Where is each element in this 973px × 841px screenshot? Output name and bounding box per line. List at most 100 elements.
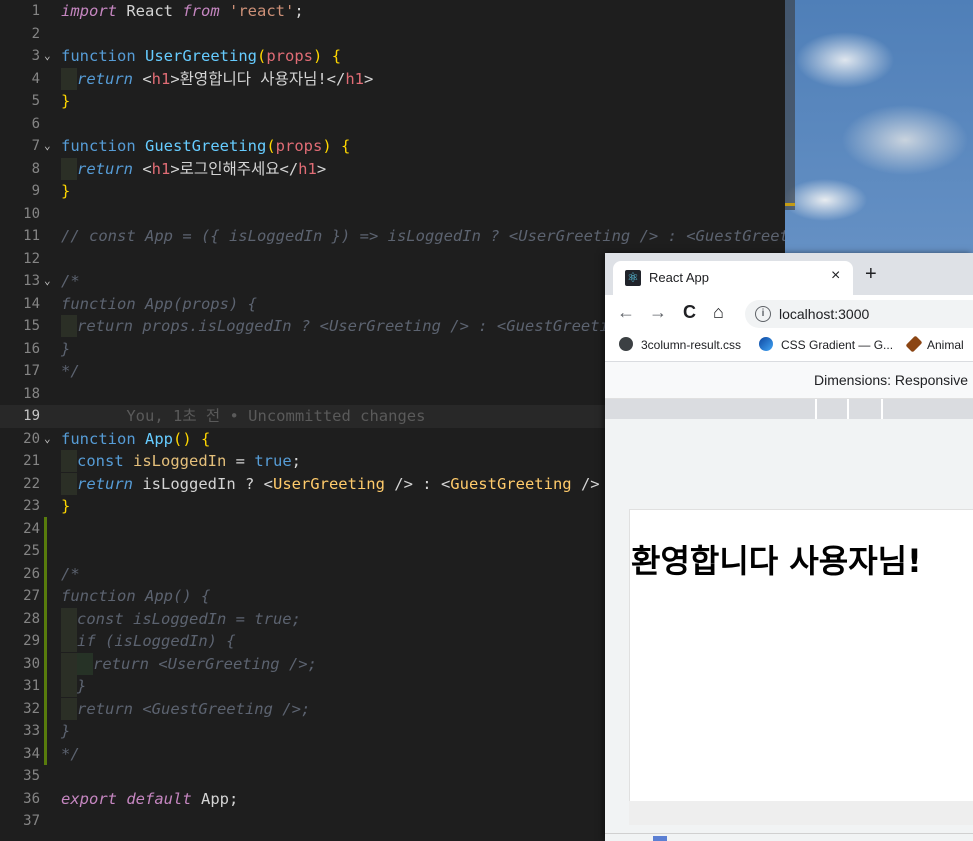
line-number: 21 bbox=[23, 453, 40, 469]
dimensions-select[interactable]: Dimensions: Responsive bbox=[814, 372, 968, 388]
ruler-spacer bbox=[605, 419, 973, 486]
code-line[interactable]: 10 bbox=[0, 203, 785, 226]
fold-chevron-icon[interactable]: ⌄ bbox=[44, 270, 56, 293]
line-number: 32 bbox=[23, 700, 40, 717]
bookmark-3column[interactable]: 3column-result.css bbox=[619, 337, 741, 352]
line-number: 20 bbox=[23, 430, 40, 447]
back-arrow-icon[interactable]: ← bbox=[617, 302, 635, 322]
line-number: 4 bbox=[31, 70, 40, 87]
line-number: 2 bbox=[31, 25, 40, 42]
editor-scrollbar[interactable] bbox=[785, 0, 795, 210]
line-number: 15 bbox=[23, 318, 40, 334]
line-number: 18 bbox=[23, 385, 40, 402]
url-text: localhost:3000 bbox=[779, 306, 870, 322]
fold-chevron-icon[interactable]: ⌄ bbox=[44, 135, 56, 158]
fold-chevron-icon[interactable]: ⌄ bbox=[44, 428, 56, 451]
line-number: 28 bbox=[23, 610, 40, 627]
code-text: function GuestGreeting(props) { bbox=[61, 137, 351, 155]
line-number: 16 bbox=[23, 340, 40, 357]
tab-react-app[interactable]: ⚛ React App × bbox=[613, 261, 853, 295]
viewport-resize-handle[interactable] bbox=[629, 801, 973, 825]
status-icon bbox=[653, 836, 667, 841]
bookmark-animal[interactable]: Animal bbox=[905, 335, 964, 353]
code-line[interactable]: 4 return <h1>환영합니다 사용자님!</h1> bbox=[0, 67, 785, 91]
code-line[interactable]: 6 bbox=[0, 113, 785, 136]
bookmarks-bar: 3column-result.css CSS Gradient — G... A… bbox=[605, 331, 973, 362]
code-text: const isLoggedIn = true; bbox=[61, 450, 301, 473]
media-query-ruler[interactable] bbox=[605, 399, 973, 419]
code-text: return props.isLoggedIn ? <UserGreeting … bbox=[61, 315, 656, 338]
bookmark-label: 3column-result.css bbox=[641, 338, 742, 352]
fold-chevron-icon[interactable]: ⌄ bbox=[44, 45, 56, 68]
line-number: 13 bbox=[23, 273, 40, 289]
code-text: /* bbox=[61, 564, 80, 583]
line-number: 12 bbox=[23, 250, 40, 267]
react-icon: ⚛ bbox=[625, 270, 641, 286]
code-line[interactable]: 9} bbox=[0, 180, 785, 203]
code-text: } bbox=[61, 182, 71, 200]
info-icon[interactable]: i bbox=[755, 306, 771, 322]
code-text: */ bbox=[61, 362, 80, 380]
line-number: 27 bbox=[23, 588, 40, 604]
ruler-divider bbox=[815, 399, 817, 419]
browser-toolbar: ← → C ⌂ i localhost:3000 bbox=[605, 295, 973, 331]
code-line[interactable]: 2 bbox=[0, 23, 785, 46]
code-text: // const App = ({ isLoggedIn }) => isLog… bbox=[61, 227, 785, 245]
code-text: return <h1>환영합니다 사용자님!</h1> bbox=[61, 67, 373, 91]
code-text: } bbox=[61, 339, 71, 358]
reload-icon[interactable]: C bbox=[683, 302, 696, 322]
device-toolbar: Dimensions: Responsive bbox=[605, 362, 973, 399]
close-tab-icon[interactable]: × bbox=[831, 267, 840, 285]
code-text: } bbox=[61, 497, 71, 515]
line-number: 34 bbox=[23, 745, 40, 762]
code-text: function UserGreeting(props) { bbox=[61, 47, 342, 65]
tab-title: React App bbox=[649, 270, 709, 285]
code-line[interactable]: 8 return <h1>로그인해주세요</h1> bbox=[0, 157, 785, 181]
code-text: } bbox=[61, 675, 86, 698]
code-text: import React from 'react'; bbox=[61, 2, 304, 20]
home-icon[interactable]: ⌂ bbox=[713, 302, 724, 322]
code-line[interactable]: 3 ⌄ function UserGreeting(props) { bbox=[0, 45, 785, 68]
code-line[interactable]: 5} bbox=[0, 90, 785, 113]
code-text: function App() { bbox=[61, 587, 211, 605]
line-number: 25 bbox=[23, 543, 40, 559]
forward-arrow-icon[interactable]: → bbox=[649, 302, 667, 322]
brush-icon bbox=[905, 335, 923, 353]
page-viewport: 환영합니다 사용자님! bbox=[629, 509, 973, 803]
line-number: 5 bbox=[31, 93, 40, 109]
line-number: 31 bbox=[23, 678, 40, 694]
code-text: function App() { bbox=[61, 429, 211, 448]
line-number: 14 bbox=[23, 295, 40, 312]
code-line[interactable]: 1 import React from 'react'; bbox=[0, 0, 785, 23]
line-number: 19 bbox=[23, 408, 40, 424]
code-line[interactable]: 11 // const App = ({ isLoggedIn }) => isL… bbox=[0, 225, 785, 248]
line-number: 29 bbox=[23, 633, 40, 649]
bookmark-css-gradient[interactable]: CSS Gradient — G... bbox=[759, 337, 893, 352]
gradient-icon bbox=[759, 337, 773, 351]
bookmark-label: CSS Gradient — G... bbox=[781, 338, 894, 352]
browser-window: ⚛ React App × + ← → C ⌂ i localhost:3000… bbox=[605, 253, 973, 841]
line-number: 1 bbox=[31, 3, 40, 19]
code-text: return isLoggedIn ? <UserGreeting /> : <… bbox=[61, 472, 600, 496]
status-strip bbox=[605, 833, 973, 841]
line-number: 3 bbox=[31, 48, 40, 64]
code-text: } bbox=[61, 722, 71, 740]
line-number: 7 bbox=[31, 138, 40, 154]
line-number: 26 bbox=[23, 565, 40, 582]
page-heading: 환영합니다 사용자님! bbox=[631, 542, 922, 580]
code-text: */ bbox=[61, 744, 80, 763]
ruler-divider bbox=[881, 399, 883, 419]
ruler-divider bbox=[847, 399, 849, 419]
code-text: } bbox=[61, 92, 71, 110]
new-tab-button[interactable]: + bbox=[865, 264, 877, 284]
line-number: 6 bbox=[31, 115, 40, 132]
line-number: 10 bbox=[23, 205, 40, 222]
line-number: 8 bbox=[31, 160, 40, 177]
code-line[interactable]: 7 ⌄ function GuestGreeting(props) { bbox=[0, 135, 785, 158]
code-text: return <h1>로그인해주세요</h1> bbox=[61, 157, 326, 181]
line-number: 37 bbox=[23, 813, 40, 829]
code-text: /* bbox=[61, 272, 80, 290]
code-text: export default App; bbox=[61, 789, 239, 808]
address-bar[interactable]: i localhost:3000 bbox=[745, 300, 973, 328]
line-number: 9 bbox=[31, 183, 40, 199]
